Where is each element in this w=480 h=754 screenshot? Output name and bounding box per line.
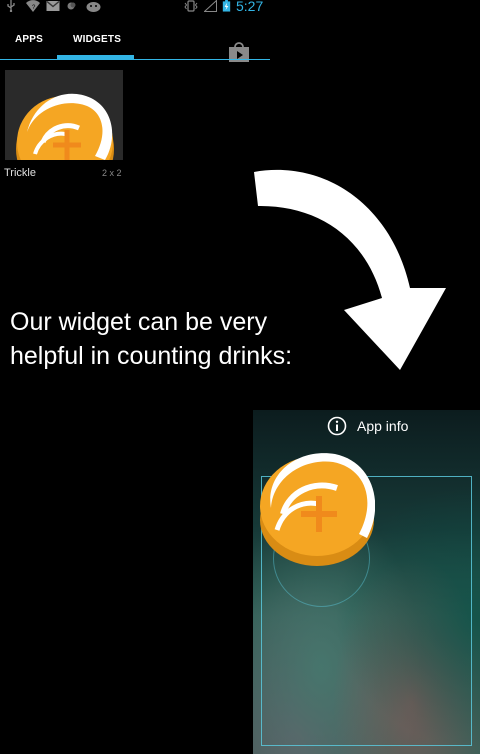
wifi-icon: ? [26, 0, 40, 12]
caption-text: Our widget can be very helpful in counti… [10, 305, 340, 373]
widget-picker-screen: ? 5:27 APPS WIDGETS Trickle 2 x 2 [0, 0, 270, 200]
tab-apps[interactable]: APPS [15, 34, 43, 45]
caption-line-2: helpful in counting drinks: [10, 342, 293, 370]
caption-line-1: Our widget can be very [10, 308, 268, 336]
picker-tabs: APPS WIDGETS [0, 14, 270, 62]
battery-icon [222, 0, 231, 12]
status-time: 5:27 [236, 0, 264, 14]
color-icon [67, 2, 76, 10]
tab-widgets[interactable]: WIDGETS [73, 34, 121, 45]
home-screen: App info [253, 410, 480, 754]
widget-size: 2 x 2 [102, 168, 122, 178]
vibrate-icon [184, 0, 198, 12]
app-info-drop-target[interactable]: App info [327, 415, 408, 437]
app-info-label: App info [357, 418, 409, 434]
widget-name: Trickle [4, 167, 36, 179]
usb-icon [7, 0, 15, 12]
trickle-widget-preview[interactable] [5, 70, 123, 160]
android-icon [86, 2, 101, 12]
status-bar: ? 5:27 [0, 0, 270, 14]
gmail-icon [46, 0, 60, 11]
trickle-widget-dragging[interactable] [255, 448, 375, 568]
trickle-logo-icon [16, 93, 114, 160]
tabs-divider [0, 59, 270, 60]
signal-icon [204, 0, 217, 12]
info-icon [327, 416, 347, 436]
